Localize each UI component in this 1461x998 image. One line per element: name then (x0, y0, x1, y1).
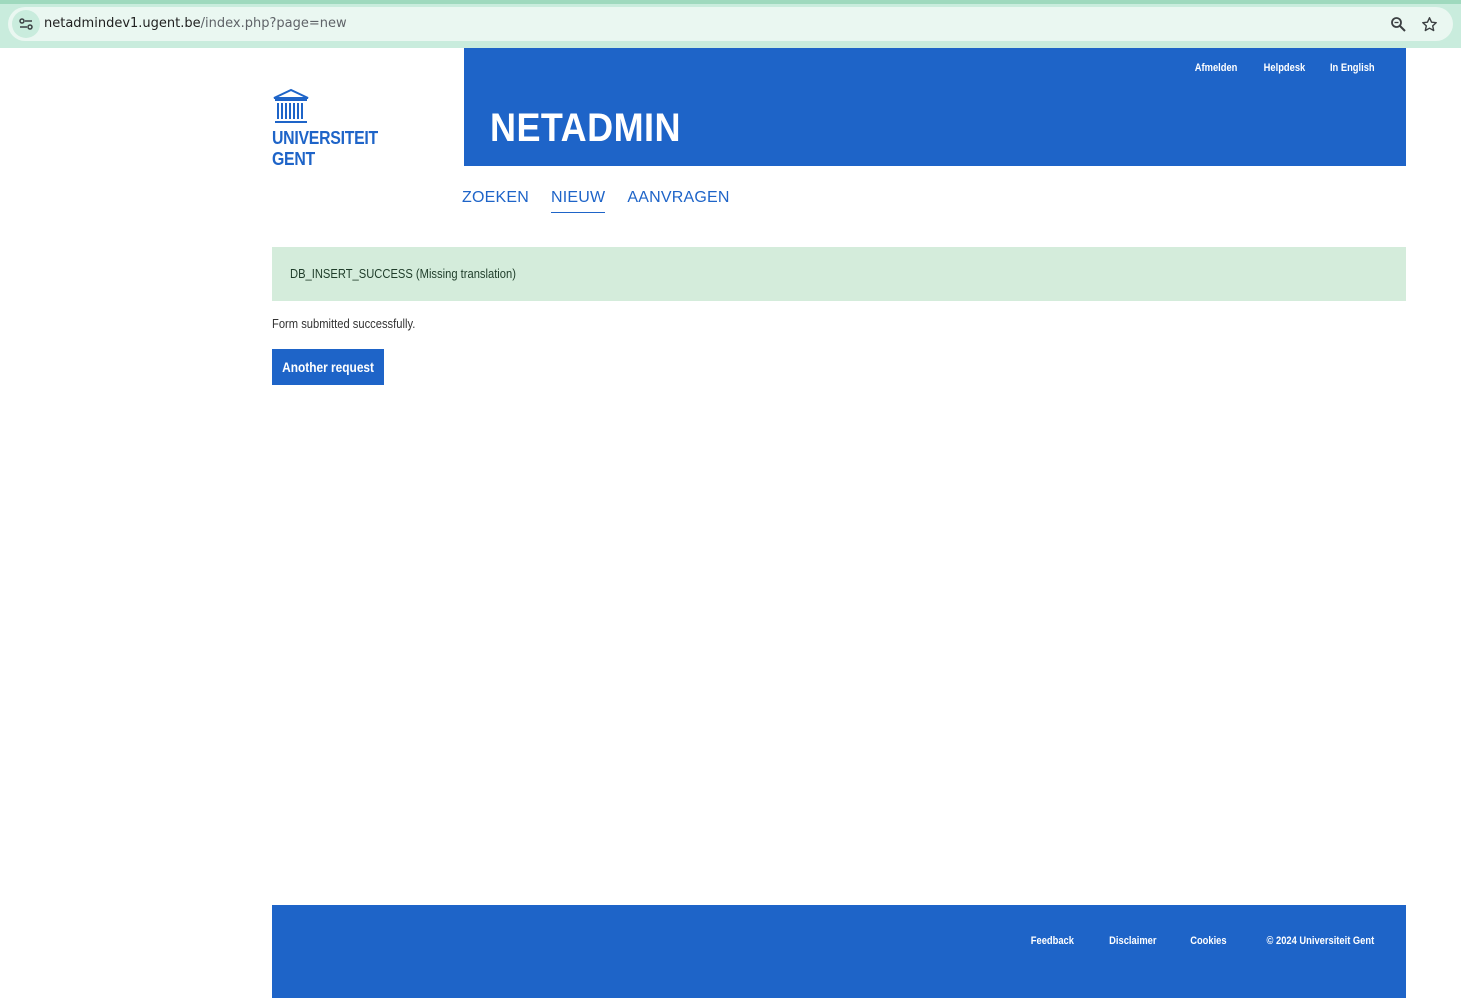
url-host: netadmindev1.ugent.be (44, 16, 201, 31)
language-link[interactable]: In English (1330, 62, 1375, 74)
nav-item-zoeken[interactable]: ZOEKEN (462, 186, 529, 213)
main-nav: ZOEKEN NIEUW AANVRAGEN (462, 186, 730, 213)
another-request-button-label: Another request (282, 359, 374, 375)
logo-text: UNIVERSITEIT GENT (272, 128, 378, 170)
feedback-link[interactable]: Feedback (1031, 935, 1074, 947)
footer-links: Feedback Disclaimer Cookies © 2024 Unive… (1027, 935, 1384, 947)
tab-strip (0, 0, 1461, 4)
logout-link[interactable]: Afmelden (1195, 62, 1238, 74)
success-alert: DB_INSERT_SUCCESS (Missing translation) (272, 247, 1406, 301)
site-header: Afmelden Helpdesk In English NETADMIN (464, 48, 1406, 166)
bookmark-star-icon[interactable] (1417, 12, 1441, 36)
url-text[interactable]: netadmindev1.ugent.be/index.php?page=new (44, 7, 347, 41)
logo-line-1: UNIVERSITEIT (272, 128, 378, 148)
header-links: Afmelden Helpdesk In English (1191, 62, 1379, 74)
disclaimer-link[interactable]: Disclaimer (1109, 935, 1156, 947)
helpdesk-link[interactable]: Helpdesk (1263, 62, 1305, 74)
site-title[interactable]: NETADMIN (490, 106, 681, 150)
ugent-logo[interactable]: UNIVERSITEIT GENT (272, 88, 392, 172)
zoom-icon[interactable] (1386, 12, 1410, 36)
address-bar[interactable]: netadmindev1.ugent.be/index.php?page=new (8, 7, 1453, 41)
browser-toolbar: netadmindev1.ugent.be/index.php?page=new (0, 0, 1461, 48)
alert-text: DB_INSERT_SUCCESS (Missing translation) (290, 266, 516, 281)
nav-item-aanvragen[interactable]: AANVRAGEN (627, 186, 729, 213)
site-info-icon[interactable] (12, 10, 40, 38)
university-building-icon (273, 88, 309, 123)
copyright-text: © 2024 Universiteit Gent (1266, 935, 1375, 947)
nav-item-nieuw[interactable]: NIEUW (551, 186, 606, 213)
status-message: Form submitted successfully. (272, 316, 416, 331)
url-path: /index.php?page=new (200, 16, 347, 31)
cookies-link[interactable]: Cookies (1191, 935, 1227, 947)
logo-line-2: GENT (272, 149, 315, 169)
another-request-button[interactable]: Another request (272, 349, 384, 385)
site-footer: Feedback Disclaimer Cookies © 2024 Unive… (272, 905, 1406, 998)
